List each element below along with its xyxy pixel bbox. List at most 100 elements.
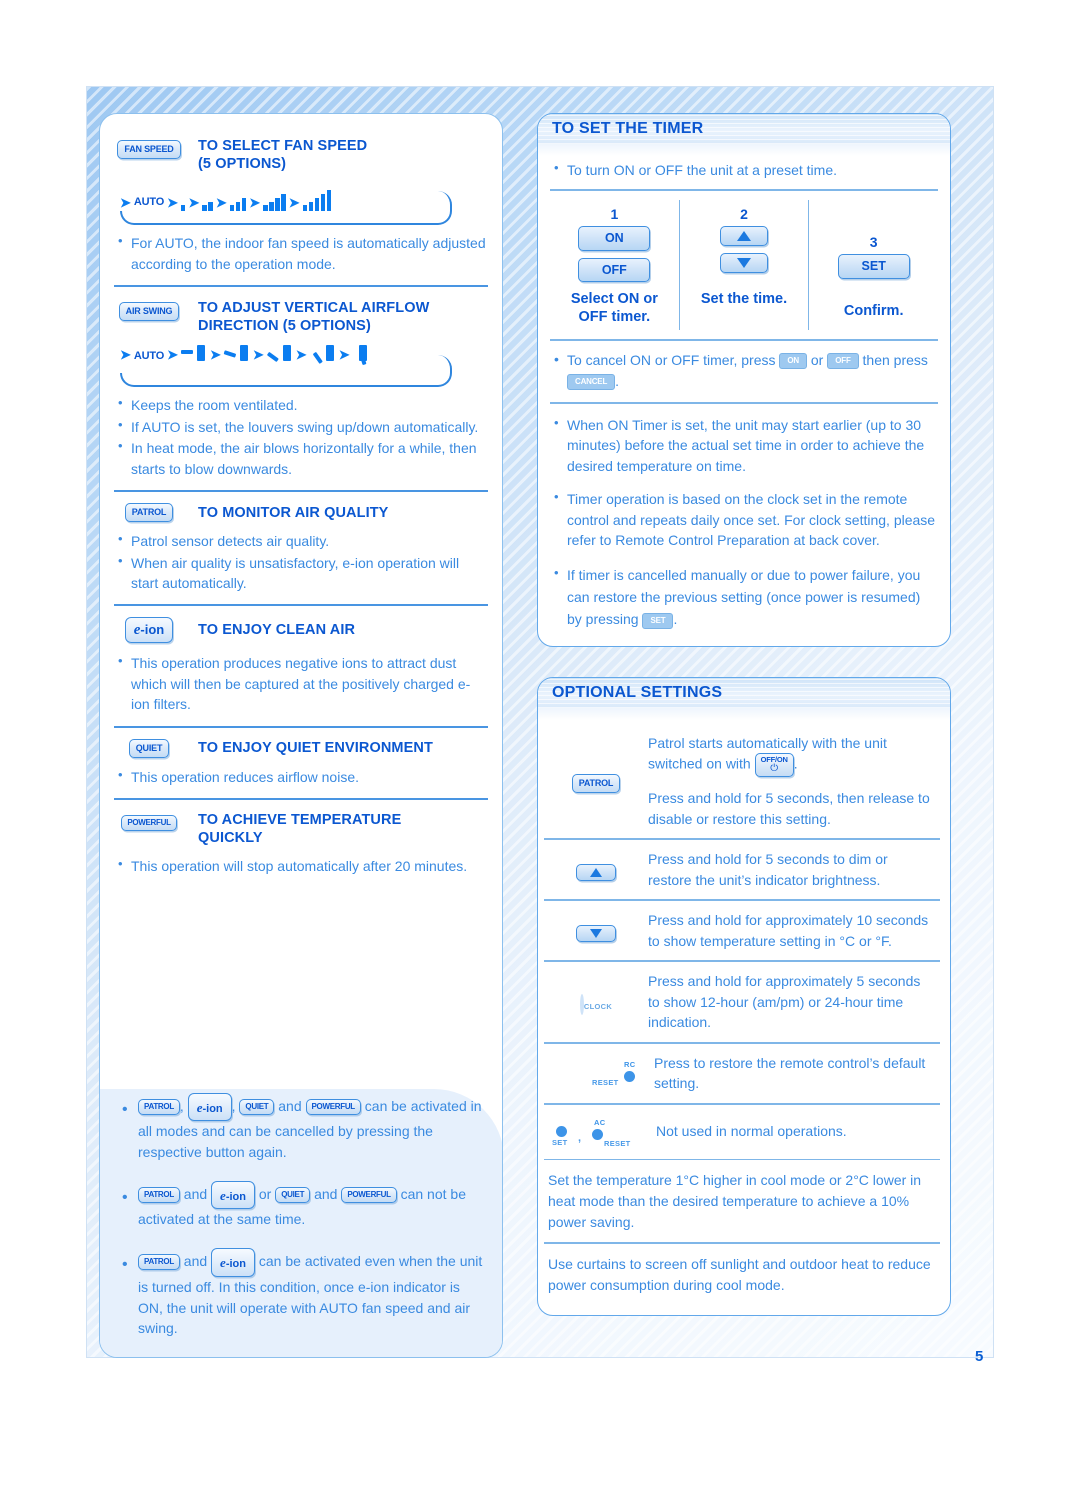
fan-speed-title-line1: TO SELECT FAN SPEED [198, 138, 368, 154]
divider [550, 189, 938, 192]
timer-steps: 1 ON OFF Select ON or OFF timer. 2 Set t… [550, 200, 938, 331]
clock-label: CLOCK [583, 1001, 613, 1011]
patrol-button-chip[interactable]: PATROL [138, 1098, 180, 1115]
list-item: When air quality is unsatisfactory, e-io… [114, 552, 488, 594]
quiet-button-chip[interactable]: QUIET [128, 738, 170, 758]
icon-cell: RC RESET [544, 1054, 654, 1092]
arrow-icon: ➤ [288, 195, 300, 211]
down-arrow-button[interactable] [576, 925, 616, 943]
set-dot-icon[interactable] [556, 1125, 567, 1137]
fan-speed-sequence-diagram: ➤ AUTO ➤ ➤ ➤ ➤ ➤ [114, 183, 488, 229]
header-underglow [538, 707, 950, 720]
up-arrow-button[interactable] [720, 226, 768, 247]
powerful-bullets: This operation will stop automatically a… [114, 855, 488, 876]
left-column: FAN SPEED TO SELECT FAN SPEED (5 OPTIONS… [99, 113, 503, 1358]
divider [114, 285, 488, 288]
rc-label: RC [624, 1060, 636, 1070]
note1-comma-1: , [179, 1097, 184, 1114]
on-button-chip[interactable]: ON [779, 353, 807, 370]
powerful-button-chip[interactable]: POWERFUL [121, 814, 177, 831]
optional-row-patrol: PATROL Patrol starts automatically with … [544, 724, 940, 839]
note2-or: or [258, 1185, 272, 1202]
eion-chip-ion: -ion [202, 1102, 223, 1115]
note-1: • PATROL, e-ion, QUIET and POWERFUL can … [116, 1092, 488, 1163]
patrol-title: TO MONITOR AIR QUALITY [198, 504, 389, 521]
arrow-icon: ➤ [188, 195, 200, 211]
features-card: FAN SPEED TO SELECT FAN SPEED (5 OPTIONS… [99, 113, 503, 1358]
cancel-period: . [615, 372, 620, 389]
off-button-chip[interactable]: OFF [827, 353, 859, 370]
list-item: If AUTO is set, the louvers swing up/dow… [114, 416, 488, 437]
cancel-button-chip[interactable]: CANCEL [567, 373, 616, 390]
on-button[interactable]: ON [578, 226, 651, 251]
patrol-row-text-2: Press and hold for 5 seconds, then relea… [648, 789, 930, 827]
air-swing-bullets: Keeps the room ventilated. If AUTO is se… [114, 394, 488, 479]
patrol-button-chip[interactable]: PATROL [138, 1254, 180, 1271]
section-patrol: PATROL TO MONITOR AIR QUALITY Patrol sen… [114, 503, 488, 593]
patrol-button-chip[interactable]: PATROL [138, 1187, 180, 1204]
eion-button-chip[interactable]: e-ion [124, 617, 174, 644]
patrol-bullets: Patrol sensor detects air quality. When … [114, 530, 488, 594]
step-caption-line1: Select ON or [570, 291, 658, 308]
powerful-button-chip[interactable]: POWERFUL [305, 1098, 361, 1115]
eion-button-chip[interactable]: e-ion [211, 1180, 255, 1210]
eion-button-chip[interactable]: e-ion [211, 1248, 255, 1277]
cancel-pre-text: To cancel ON or OFF timer, press [567, 351, 776, 368]
optional-section-header: OPTIONAL SETTINGS [538, 677, 950, 708]
eion-bullets: This operation produces negative ions to… [114, 652, 488, 714]
divider [114, 798, 488, 801]
restore-period: . [673, 611, 678, 628]
timer-heading: TO SET THE TIMER [552, 120, 704, 137]
quiet-title: TO ENJOY QUIET ENVIRONMENT [198, 740, 433, 757]
eion-button-chip[interactable]: e-ion [187, 1092, 232, 1122]
arrow-icon: ➤ [167, 195, 178, 211]
right-column: TO SET THE TIMER To turn ON or OFF the u… [537, 113, 951, 1317]
step-number: 1 [610, 206, 619, 223]
clock-button[interactable]: CLOCK [579, 993, 613, 1015]
powerful-button-chip[interactable]: POWERFUL [341, 1187, 397, 1204]
quiet-button-chip[interactable]: QUIET [239, 1098, 275, 1115]
air-swing-button-chip[interactable]: AIR SWING [118, 302, 180, 322]
fan-bars-4-icon [263, 191, 286, 212]
off-on-power-button-chip[interactable]: OFF/ON ⏻ [754, 753, 794, 777]
arrow-icon: ➤ [167, 347, 178, 363]
down-arrow-row-text: Press and hold for approximately 10 seco… [648, 911, 929, 949]
timer-card: TO SET THE TIMER To turn ON or OFF the u… [537, 113, 951, 647]
timer-notes: When ON Timer is set, the unit may start… [550, 414, 938, 631]
tip-2: Use curtains to screen off sunlight and … [548, 1256, 931, 1293]
power-icon: ⏻ [770, 763, 779, 775]
patrol-button-chip[interactable]: PATROL [124, 503, 174, 523]
icon-cell: PATROL [544, 768, 648, 794]
set-button[interactable]: SET [837, 254, 910, 279]
ac-reset-dot-icon[interactable] [592, 1128, 603, 1140]
triangle-down-icon [590, 929, 602, 939]
clock-row-text: Press and hold for approximately 5 secon… [648, 972, 921, 1031]
fan-speed-button-chip[interactable]: FAN SPEED [117, 140, 181, 159]
note-2: • PATROL and e-ion or QUIET and POWERFUL… [116, 1180, 488, 1230]
set-button-chip[interactable]: SET [642, 612, 674, 629]
fan-bars-1-icon [180, 191, 186, 212]
ac-label: AC [594, 1117, 606, 1127]
step-caption-line1: Confirm. [843, 302, 904, 319]
icon-cell: CLOCK [544, 990, 648, 1015]
optional-row-rc-reset: RC RESET Press to restore the remote con… [544, 1044, 940, 1103]
arrow-icon: ➤ [209, 347, 221, 363]
down-arrow-button[interactable] [720, 253, 768, 274]
powerful-title-line1: TO ACHIEVE TEMPERATURE [198, 812, 402, 829]
air-swing-sequence-diagram: ➤ AUTO ➤ ➤ ➤ ➤ ➤ [114, 343, 488, 391]
list-item: Patrol sensor detects air quality. [114, 530, 488, 551]
rc-reset-button[interactable]: RC RESET [592, 1060, 648, 1092]
icon-cell [544, 919, 648, 943]
quiet-button-chip[interactable]: QUIET [275, 1187, 311, 1204]
off-button[interactable]: OFF [578, 257, 651, 283]
patrol-button-chip[interactable]: PATROL [571, 774, 621, 794]
list-item: For AUTO, the indoor fan speed is automa… [114, 232, 488, 274]
divider [114, 490, 488, 493]
up-arrow-button[interactable] [576, 864, 616, 882]
up-arrow-row-text: Press and hold for 5 seconds to dim or r… [648, 850, 888, 888]
eion-chip-ion: -ion [140, 622, 165, 638]
optional-settings-card: OPTIONAL SETTINGS PATROL Patrol starts a… [537, 676, 951, 1317]
air-swing-pos-3-icon [266, 343, 293, 367]
set-ac-reset-buttons[interactable]: SET , AC RESET [552, 1117, 648, 1150]
list-item: This operation will stop automatically a… [114, 855, 488, 876]
